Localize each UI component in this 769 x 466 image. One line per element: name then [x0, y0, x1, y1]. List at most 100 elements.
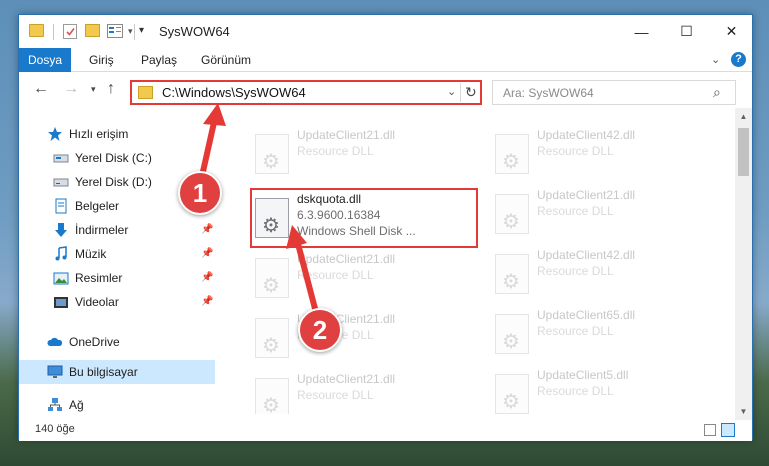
details-view-icon[interactable]	[704, 424, 716, 436]
documents-icon	[55, 198, 67, 214]
scrollbar-thumb[interactable]	[738, 128, 749, 176]
up-arrow-icon[interactable]: ↑	[107, 80, 115, 98]
step-badge-1: 1	[178, 171, 222, 215]
file-name: UpdateClient42.dll	[537, 128, 636, 142]
explorer-window: ▾ ▾ SysWOW64 — ☐ ✕ Dosya Giriş Paylaş Gö…	[18, 14, 753, 441]
file-item[interactable]: ⚙ UpdateClient65.dll Resource DLL	[487, 304, 717, 362]
tab-share[interactable]: Paylaş	[131, 48, 187, 72]
nav-item-this-pc[interactable]: Bu bilgisayar	[19, 360, 215, 384]
file-description: Resource DLL	[537, 264, 614, 278]
folder-icon	[138, 86, 153, 99]
tab-file[interactable]: Dosya	[19, 48, 71, 72]
nav-item-music[interactable]: Müzik 📌	[19, 242, 215, 266]
star-icon	[48, 127, 62, 141]
file-description: Resource DLL	[297, 144, 374, 158]
pin-icon: 📌	[201, 224, 214, 235]
this-pc-icon	[47, 365, 63, 378]
divider	[53, 24, 54, 40]
file-description: Resource DLL	[297, 388, 374, 402]
file-item[interactable]: ⚙ UpdateClient42.dll Resource DLL	[487, 124, 717, 182]
maximize-button[interactable]: ☐	[664, 15, 709, 48]
network-icon	[48, 398, 62, 411]
address-path[interactable]: C:\Windows\SysWOW64	[162, 85, 306, 100]
file-item[interactable]: ⚙ UpdateClient21.dll Resource DLL	[247, 248, 477, 306]
file-name: UpdateClient21.dll	[297, 372, 396, 386]
nav-item-label: Hızlı erişim	[69, 127, 129, 141]
dll-file-icon: ⚙	[255, 134, 289, 174]
nav-item-label: Videolar	[75, 295, 119, 309]
nav-item-pictures[interactable]: Resimler 📌	[19, 266, 215, 290]
pictures-icon	[53, 272, 69, 285]
refresh-icon[interactable]: ↻	[465, 84, 477, 101]
nav-item-label: Yerel Disk (D:)	[75, 175, 152, 189]
music-icon	[55, 246, 67, 261]
file-item[interactable]: ⚙ UpdateClient21.dll Resource DLL	[247, 124, 477, 182]
downloads-icon	[55, 223, 67, 237]
forward-arrow-icon[interactable]: →	[63, 80, 79, 98]
nav-item-network[interactable]: Ağ	[19, 393, 215, 417]
back-arrow-icon[interactable]: ←	[33, 80, 49, 98]
tab-home[interactable]: Giriş	[79, 48, 124, 72]
tab-view[interactable]: Görünüm	[191, 48, 261, 72]
nav-item-drive-c[interactable]: Yerel Disk (C:)	[19, 146, 215, 170]
nav-item-label: OneDrive	[69, 335, 120, 349]
file-item[interactable]: ⚙ UpdateClient21.dll Resource DLL	[247, 368, 477, 414]
new-folder-icon[interactable]	[85, 24, 100, 37]
file-list: ⚙ UpdateClient21.dll Resource DLL ⚙ dskq…	[229, 108, 735, 414]
dll-file-icon: ⚙	[255, 258, 289, 298]
file-name: UpdateClient21.dll	[537, 188, 636, 202]
file-name: UpdateClient21.dll	[297, 128, 396, 142]
navigation-bar: ← → ▾ ↑ C:\Windows\SysWOW64 ⌄ ↻ Ara: Sys…	[19, 72, 752, 108]
dll-file-icon: ⚙	[495, 134, 529, 174]
help-icon[interactable]: ?	[731, 52, 746, 67]
vertical-scrollbar[interactable]: ▲ ▼	[735, 108, 752, 420]
search-box[interactable]: Ara: SysWOW64 ⌕	[492, 80, 736, 105]
drive-icon	[53, 154, 69, 163]
search-input[interactable]: Ara: SysWOW64	[503, 86, 594, 100]
nav-item-label: Müzik	[75, 247, 107, 261]
address-dropdown-icon[interactable]: ⌄	[447, 85, 456, 98]
file-item[interactable]: ⚙ UpdateClient5.dll Resource DLL	[487, 364, 717, 414]
address-bar[interactable]: C:\Windows\SysWOW64 ⌄ ↻	[130, 80, 482, 105]
file-name: UpdateClient21.dll	[297, 252, 396, 266]
videos-icon	[54, 297, 68, 308]
folder-icon[interactable]	[29, 24, 44, 37]
dll-file-icon: ⚙	[495, 254, 529, 294]
properties-check-icon[interactable]	[63, 24, 77, 39]
dll-file-icon: ⚙	[255, 318, 289, 358]
nav-item-label: Ağ	[69, 398, 84, 412]
title-bar: ▾ ▾ SysWOW64 — ☐ ✕	[19, 15, 752, 48]
dll-file-icon: ⚙	[495, 194, 529, 234]
search-icon[interactable]: ⌕	[713, 84, 721, 101]
window-title: SysWOW64	[159, 24, 230, 39]
scroll-up-icon[interactable]: ▲	[735, 108, 752, 125]
dll-file-icon: ⚙	[255, 378, 289, 414]
nav-item-quick-access[interactable]: Hızlı erişim	[19, 122, 215, 146]
expand-ribbon-icon[interactable]: ⌄	[711, 53, 720, 66]
customize-dropdown-icon[interactable]: ▾	[128, 26, 133, 37]
file-description: Resource DLL	[537, 144, 614, 158]
pin-icon: 📌	[201, 248, 214, 259]
customize-icon[interactable]	[107, 24, 123, 38]
nav-item-videos[interactable]: Videolar 📌	[19, 290, 215, 314]
file-item[interactable]: ⚙ UpdateClient42.dll Resource DLL	[487, 244, 717, 302]
file-description: Resource DLL	[537, 204, 614, 218]
close-button[interactable]: ✕	[709, 15, 754, 48]
minimize-button[interactable]: —	[619, 15, 664, 48]
file-name: UpdateClient65.dll	[537, 308, 636, 322]
dll-file-icon: ⚙	[495, 374, 529, 414]
divider	[460, 83, 461, 102]
quick-access-menu-icon[interactable]: ▾	[139, 25, 144, 36]
nav-item-label: Bu bilgisayar	[69, 365, 138, 379]
recent-locations-icon[interactable]: ▾	[91, 84, 96, 95]
tiles-view-icon[interactable]	[721, 423, 735, 437]
nav-item-onedrive[interactable]: OneDrive	[19, 330, 215, 354]
item-count: 140 öğe	[35, 423, 75, 435]
navigation-pane: Hızlı erişim Yerel Disk (C:) Yerel Disk …	[19, 108, 215, 414]
file-item[interactable]: ⚙ UpdateClient21.dll Resource DLL	[247, 308, 477, 366]
nav-item-downloads[interactable]: İndirmeler 📌	[19, 218, 215, 242]
file-description: Resource DLL	[537, 384, 614, 398]
file-item[interactable]: ⚙ UpdateClient21.dll Resource DLL	[487, 184, 717, 242]
highlight-box	[250, 188, 478, 248]
scroll-down-icon[interactable]: ▼	[735, 403, 752, 420]
